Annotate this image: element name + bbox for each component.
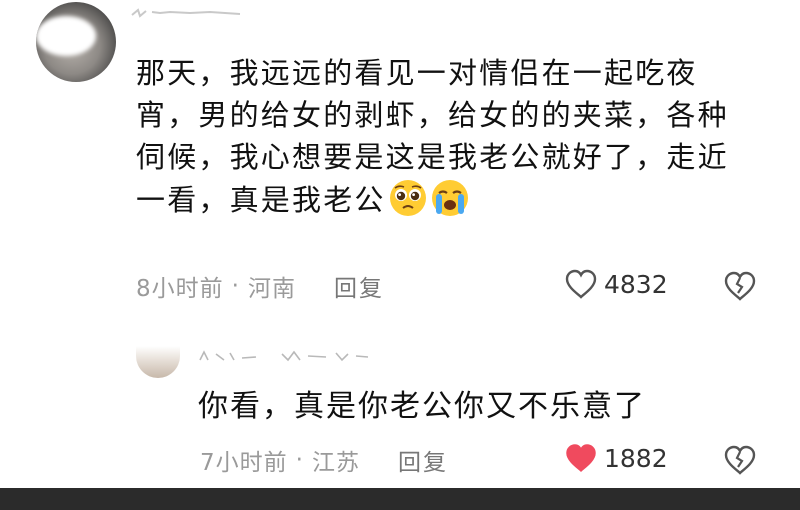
reply-button[interactable]: 回复	[334, 269, 384, 303]
like-button[interactable]: 4832	[564, 268, 668, 300]
avatar[interactable]	[36, 2, 116, 82]
like-button[interactable]: 1882	[564, 442, 668, 474]
comment-thread: 那天，我远远的看见一对情侣在一起吃夜宵，男的给女的剥虾，给女的的夹菜，各种伺候，…	[0, 0, 800, 488]
comment-meta: 7小时前 · 江苏 回复	[200, 443, 448, 477]
broken-heart-icon[interactable]	[723, 269, 757, 303]
comment-text: 那天，我远远的看见一对情侣在一起吃夜宵，男的给女的剥虾，给女的的夹菜，各种伺候，…	[136, 52, 746, 221]
reply-text: 你看，真是你老公你又不乐意了	[198, 389, 646, 424]
timestamp: 8小时前	[136, 276, 224, 302]
location: 江苏	[311, 450, 360, 476]
broken-heart-icon[interactable]	[723, 443, 757, 477]
avatar[interactable]	[136, 346, 180, 378]
crying-face-icon	[431, 180, 468, 216]
avatar-blur-mask	[36, 16, 96, 56]
heart-outline-icon	[565, 269, 597, 299]
like-count: 4832	[604, 269, 668, 299]
username-obscured	[131, 8, 241, 18]
timestamp: 7小时前	[200, 450, 288, 476]
comment-meta: 8小时前 · 河南 回复	[136, 269, 384, 303]
location: 河南	[247, 276, 296, 302]
pleading-face-icon	[389, 180, 426, 216]
username-obscured	[199, 350, 369, 362]
like-count: 1882	[604, 443, 668, 473]
heart-filled-icon	[566, 444, 596, 473]
meta-separator: ·	[295, 447, 304, 473]
reply-button[interactable]: 回复	[398, 443, 448, 477]
bottom-bar	[0, 488, 800, 510]
meta-separator: ·	[231, 273, 240, 299]
